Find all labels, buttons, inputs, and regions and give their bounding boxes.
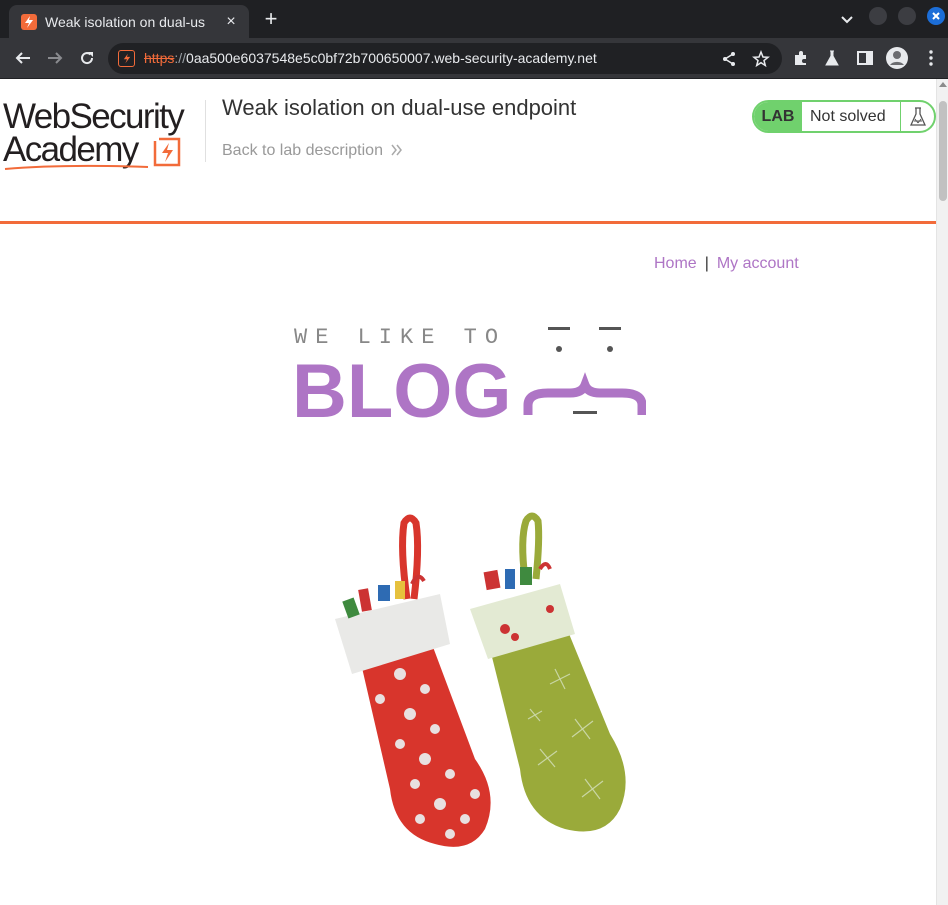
blog-banner-logo: WE LIKE TO BLOG	[292, 325, 646, 423]
maximize-window-button[interactable]	[898, 7, 916, 25]
browser-tab[interactable]: Weak isolation on dual-us ×	[9, 5, 249, 38]
lab-badge: LAB	[754, 102, 802, 131]
new-tab-icon[interactable]: +	[261, 8, 281, 30]
face-eye-left-icon	[556, 346, 562, 352]
flask-icon[interactable]	[823, 49, 841, 67]
profile-avatar-icon[interactable]	[886, 47, 908, 69]
close-window-button[interactable]	[927, 7, 945, 25]
lab-header: WebSecurity Academy Weak isolation on du…	[0, 79, 936, 224]
face-brow-right-icon	[599, 327, 621, 330]
green-stocking-icon	[470, 512, 626, 832]
lab-status-text: Not solved	[810, 108, 886, 125]
lab-flask-icon	[900, 102, 934, 131]
red-stocking-icon	[335, 514, 491, 847]
side-panel-icon[interactable]	[856, 49, 874, 67]
tab-title: Weak isolation on dual-us	[45, 13, 206, 30]
site-info-icon[interactable]	[118, 50, 135, 67]
double-chevron-right-icon	[391, 144, 402, 156]
banner-tagline: WE LIKE TO	[294, 325, 506, 350]
back-to-lab-description-link[interactable]: Back to lab description	[222, 142, 383, 160]
face-mouth-line-icon	[573, 411, 597, 414]
burp-favicon-icon	[21, 13, 37, 30]
share-icon[interactable]	[720, 50, 738, 68]
minimize-window-button[interactable]	[869, 7, 887, 25]
home-link[interactable]: Home	[654, 255, 697, 272]
scroll-up-arrow-icon[interactable]	[939, 82, 947, 87]
reload-icon[interactable]	[76, 47, 98, 69]
academy-logo[interactable]: WebSecurity Academy	[3, 97, 203, 173]
scrollbar-thumb[interactable]	[939, 101, 947, 201]
logo-underline	[4, 164, 149, 170]
back-arrow-icon[interactable]	[12, 47, 34, 69]
close-tab-icon[interactable]: ×	[223, 13, 239, 30]
face-eye-right-icon	[607, 346, 613, 352]
header-divider	[205, 100, 206, 162]
address-bar[interactable]: https://0aa500e6037548e5c0bf72b700650007…	[108, 43, 782, 74]
face-brow-left-icon	[548, 327, 570, 330]
face-brace-mouth-icon	[523, 372, 646, 415]
lab-status-widget: LAB Not solved	[752, 100, 936, 133]
page-scrollbar[interactable]	[936, 79, 948, 905]
page-viewport: WebSecurity Academy Weak isolation on du…	[0, 79, 948, 905]
browser-tabstrip: Weak isolation on dual-us × +	[0, 0, 948, 38]
browser-toolbar: https://0aa500e6037548e5c0bf72b700650007…	[0, 38, 948, 79]
forward-arrow-icon[interactable]	[44, 47, 66, 69]
more-menu-icon[interactable]	[922, 49, 940, 67]
site-nav: Home | My account	[654, 255, 799, 273]
url-text: https://0aa500e6037548e5c0bf72b700650007…	[144, 50, 597, 66]
my-account-link[interactable]: My account	[717, 255, 799, 272]
nav-separator: |	[704, 255, 709, 272]
blog-post-image-stockings[interactable]	[300, 509, 640, 859]
banner-word: BLOG	[292, 349, 512, 423]
chevron-down-icon[interactable]	[838, 10, 856, 28]
lab-title: Weak isolation on dual-use endpoint	[222, 95, 577, 120]
logo-bolt-icon	[153, 137, 181, 167]
bookmark-star-icon[interactable]	[752, 50, 770, 68]
extensions-puzzle-icon[interactable]	[792, 49, 810, 67]
